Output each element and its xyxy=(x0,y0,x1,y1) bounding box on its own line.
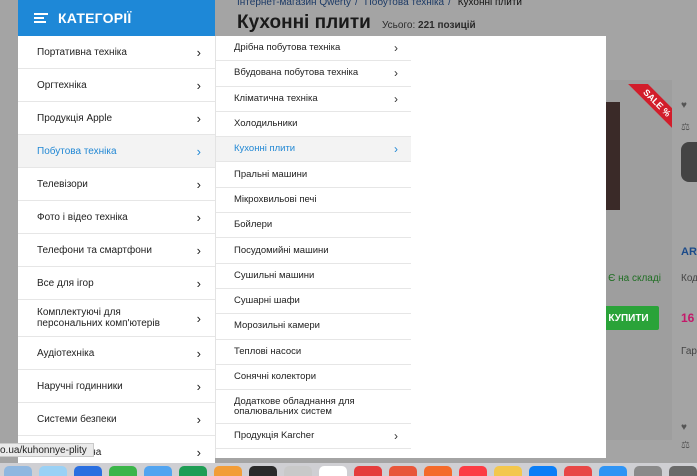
dock-app-icon[interactable] xyxy=(284,466,312,476)
product-image[interactable] xyxy=(606,102,620,210)
chevron-right-icon: › xyxy=(196,77,201,93)
dock-app-icon[interactable] xyxy=(494,466,522,476)
chevron-right-icon: › xyxy=(394,41,398,56)
subcategory-item-heating-equipment[interactable]: Додаткове обладнання для опалювальних си… xyxy=(216,390,411,425)
dock-app-icon[interactable] xyxy=(74,466,102,476)
chevron-right-icon: › xyxy=(196,444,201,460)
subcategory-list: Дрібна побутова техніка › Вбудована побут… xyxy=(215,36,411,458)
categories-header[interactable]: КАТЕГОРІЇ xyxy=(18,0,215,36)
product-code: Код xyxy=(681,273,697,284)
chevron-right-icon: › xyxy=(394,91,398,106)
category-list: Портативна техніка › Оргтехніка › Продукці… xyxy=(18,36,215,476)
chevron-right-icon: › xyxy=(196,411,201,427)
dock-app-icon[interactable] xyxy=(529,466,557,476)
category-item-phones[interactable]: Телефони та смартфони › xyxy=(18,234,215,267)
dock xyxy=(0,463,697,476)
subcategory-item-climate[interactable]: Кліматична техніка › xyxy=(216,87,411,112)
dock-app-icon[interactable] xyxy=(249,466,277,476)
subcategory-item-freezers[interactable]: Морозильні камери xyxy=(216,314,411,340)
chevron-right-icon: › xyxy=(196,378,201,394)
chevron-right-icon: › xyxy=(196,44,201,60)
subcategory-item-karcher[interactable]: Продукція Karcher › xyxy=(216,424,411,450)
dock-app-icon[interactable] xyxy=(144,466,172,476)
category-item-photo-video[interactable]: Фото і відео техніка › xyxy=(18,201,215,234)
chevron-right-icon: › xyxy=(394,429,398,444)
status-bar-url: o.ua/kuhonnye-plity xyxy=(0,443,94,457)
dock-app-icon[interactable] xyxy=(599,466,627,476)
category-item-apple[interactable]: Продукція Apple › xyxy=(18,102,215,135)
buy-button[interactable]: КУПИТИ xyxy=(598,306,659,330)
subcategory-item-drying-cabinets[interactable]: Сушарні шафи xyxy=(216,289,411,315)
product-price: 16 xyxy=(681,311,695,325)
page-title: Кухонні плити xyxy=(237,12,371,33)
chevron-right-icon: › xyxy=(196,242,201,258)
chevron-right-icon: › xyxy=(196,110,201,126)
product-name[interactable]: AR xyxy=(681,246,697,258)
category-item-pc-components[interactable]: Комплектуючі для персональних комп'ютері… xyxy=(18,300,215,337)
categories-title: КАТЕГОРІЇ xyxy=(58,10,132,26)
chevron-right-icon: › xyxy=(196,176,201,192)
subcategory-item-boilers[interactable]: Бойлери xyxy=(216,213,411,239)
dock-app-icon[interactable] xyxy=(4,466,32,476)
dock-app-icon[interactable] xyxy=(39,466,67,476)
dock-app-icon[interactable] xyxy=(669,466,697,476)
subcategory-item-microwaves[interactable]: Мікрохвильові печі xyxy=(216,188,411,214)
dock-app-icon[interactable] xyxy=(424,466,452,476)
subcategory-item-dryers[interactable]: Сушильні машини xyxy=(216,264,411,289)
sale-badge: SALE % xyxy=(626,84,672,130)
dock-app-icon[interactable] xyxy=(389,466,417,476)
category-item-audio[interactable]: Аудіотехніка › xyxy=(18,337,215,370)
hamburger-menu-icon xyxy=(34,13,48,23)
dock-app-icon[interactable] xyxy=(354,466,382,476)
chevron-right-icon: › xyxy=(394,142,398,157)
dock-app-icon[interactable] xyxy=(564,466,592,476)
chevron-right-icon: › xyxy=(196,209,201,225)
compare-icon[interactable]: ⚖ xyxy=(681,440,697,451)
breadcrumb: Інтернет-магазин Qwerty / Побутова технік… xyxy=(237,0,526,8)
compare-icon[interactable]: ⚖ xyxy=(681,122,697,133)
dock-app-icon[interactable] xyxy=(179,466,207,476)
subcategory-item-heat-pumps[interactable]: Теплові насоси xyxy=(216,340,411,365)
subcategory-item-dishwashers[interactable]: Посудомийні машини xyxy=(216,238,411,264)
subcategory-flyout-panel xyxy=(411,36,606,458)
dock-app-icon[interactable] xyxy=(319,466,347,476)
subcategory-item-small-appliances[interactable]: Дрібна побутова техніка › xyxy=(216,36,411,62)
breadcrumb-current: Кухонні плити xyxy=(457,0,523,8)
total-count: Усього: 221 позицій xyxy=(382,20,476,31)
product-image[interactable] xyxy=(681,142,697,182)
dock-app-icon[interactable] xyxy=(634,466,662,476)
subcategory-item-built-in[interactable]: Вбудована побутова техніка › xyxy=(216,61,411,87)
category-item-tv[interactable]: Телевізори › xyxy=(18,168,215,201)
dock-app-icon[interactable] xyxy=(459,466,487,476)
subcategory-item-washers[interactable]: Пральні машини xyxy=(216,162,411,188)
dock-app-icon[interactable] xyxy=(214,466,242,476)
wishlist-icon[interactable]: ♥ xyxy=(681,422,697,433)
category-item-portable[interactable]: Портативна техніка › xyxy=(18,36,215,69)
chevron-right-icon: › xyxy=(196,143,201,159)
category-item-gaming[interactable]: Все для ігор › xyxy=(18,267,215,300)
category-item-watches[interactable]: Наручні годинники › xyxy=(18,370,215,403)
chevron-right-icon: › xyxy=(394,66,398,81)
subcategory-item-solar-collectors[interactable]: Сонячні колектори xyxy=(216,365,411,391)
subcategory-item-fridges[interactable]: Холодильники xyxy=(216,112,411,138)
category-item-security[interactable]: Системи безпеки › xyxy=(18,403,215,436)
product-warranty: Гар xyxy=(681,346,697,357)
subcategory-item-stoves[interactable]: Кухонні плити › xyxy=(216,137,411,163)
chevron-right-icon: › xyxy=(196,345,201,361)
breadcrumb-category[interactable]: Побутова техніка xyxy=(365,0,445,8)
breadcrumb-home[interactable]: Інтернет-магазин Qwerty xyxy=(237,0,351,8)
category-item-home-appliances[interactable]: Побутова техніка › xyxy=(18,135,215,168)
dock-app-icon[interactable] xyxy=(109,466,137,476)
wishlist-icon[interactable]: ♥ xyxy=(681,100,697,111)
category-item-office[interactable]: Оргтехніка › xyxy=(18,69,215,102)
in-stock-label: ✓ Є на складі xyxy=(597,273,661,284)
chevron-right-icon: › xyxy=(196,310,201,326)
chevron-right-icon: › xyxy=(196,275,201,291)
